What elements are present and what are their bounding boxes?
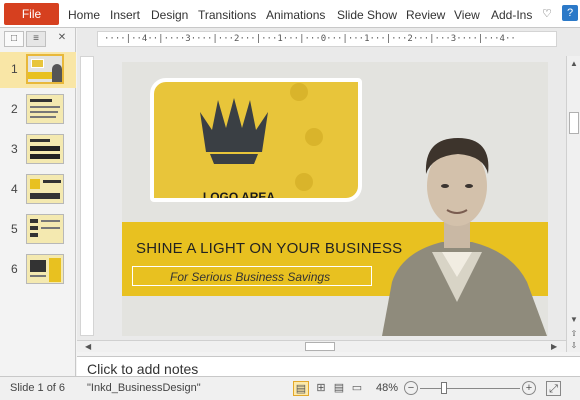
slide-thumbnail-row-3[interactable]: 3 bbox=[0, 132, 76, 168]
slide-subheadline[interactable]: For Serious Business Savings bbox=[170, 270, 330, 284]
slide-headline[interactable]: SHINE A LIGHT ON YOUR BUSINESS bbox=[136, 240, 402, 257]
slide-number: 6 bbox=[11, 262, 18, 276]
zoom-level[interactable]: 48% bbox=[376, 382, 398, 394]
logo-area-label: LOGO AREA bbox=[202, 190, 276, 202]
close-pane-button[interactable]: ✕ bbox=[52, 31, 72, 47]
slide-number: 2 bbox=[11, 102, 18, 116]
slide-thumbnail[interactable] bbox=[26, 134, 64, 164]
tab-review[interactable]: Review bbox=[406, 8, 445, 22]
scroll-right-icon[interactable]: ▶ bbox=[551, 342, 557, 351]
reading-view-icon[interactable]: ▤ bbox=[331, 381, 347, 396]
tab-home[interactable]: Home bbox=[68, 8, 100, 22]
slide-counter: Slide 1 of 6 bbox=[10, 382, 66, 394]
horizontal-scrollbar[interactable]: ◀ ▶ bbox=[77, 340, 566, 352]
tab-view[interactable]: View bbox=[454, 8, 480, 22]
slides-tab[interactable]: □ bbox=[4, 31, 24, 47]
notes-pane[interactable]: Click to add notes bbox=[77, 356, 580, 376]
next-slide-icon[interactable]: ⇩ bbox=[568, 340, 580, 352]
ribbon-tab-bar: File Home Insert Design Transitions Anim… bbox=[0, 0, 580, 28]
slide-thumbnail[interactable] bbox=[26, 174, 64, 204]
slide-sorter-view-icon[interactable]: ⊞ bbox=[313, 381, 329, 396]
slide-thumbnail-row-1[interactable]: 1 bbox=[0, 52, 76, 88]
fit-slide-icon[interactable]: ⤢ bbox=[546, 381, 561, 396]
tab-insert[interactable]: Insert bbox=[110, 8, 140, 22]
scroll-up-icon[interactable]: ▲ bbox=[568, 58, 580, 70]
tab-design[interactable]: Design bbox=[151, 8, 188, 22]
slide-number: 3 bbox=[11, 142, 18, 156]
scroll-left-icon[interactable]: ◀ bbox=[85, 342, 91, 351]
vertical-ruler bbox=[80, 56, 94, 336]
horizontal-ruler: ····|··4··|····3····|···2···|···1···|···… bbox=[97, 31, 557, 47]
slide-thumbnail[interactable] bbox=[26, 214, 64, 244]
slide-number: 5 bbox=[11, 222, 18, 236]
zoom-slider-thumb[interactable] bbox=[441, 382, 447, 394]
tab-animations[interactable]: Animations bbox=[266, 8, 325, 22]
slide-number: 1 bbox=[11, 62, 18, 76]
notes-placeholder[interactable]: Click to add notes bbox=[87, 361, 198, 376]
theme-name: "Inkd_BusinessDesign" bbox=[87, 382, 201, 394]
slide-thumbnail-row-4[interactable]: 4 bbox=[0, 172, 76, 208]
slide-thumbnail[interactable] bbox=[26, 54, 64, 84]
status-bar: Slide 1 of 6 "Inkd_BusinessDesign" ▤ ⊞ ▤… bbox=[0, 376, 580, 400]
file-tab[interactable]: File bbox=[4, 3, 59, 25]
previous-slide-icon[interactable]: ⇧ bbox=[568, 328, 580, 340]
horizontal-scroll-thumb[interactable] bbox=[305, 342, 335, 351]
slides-pane: □ ≡ ✕ 1 2 3 4 5 6 bbox=[0, 28, 76, 376]
scroll-down-icon[interactable]: ▼ bbox=[568, 314, 580, 326]
scroll-thumb[interactable] bbox=[569, 112, 579, 134]
collapse-ribbon-icon[interactable]: ♡ bbox=[542, 7, 552, 20]
help-button[interactable]: ? bbox=[562, 5, 578, 21]
zoom-slider[interactable] bbox=[420, 388, 520, 389]
zoom-in-button[interactable]: + bbox=[522, 381, 536, 395]
slide-thumbnail-row-2[interactable]: 2 bbox=[0, 92, 76, 128]
ruler-marks: ····|··4··|····3····|···2···|···1···|···… bbox=[104, 34, 516, 44]
normal-view-icon[interactable]: ▤ bbox=[293, 381, 309, 396]
tab-add-ins[interactable]: Add-Ins bbox=[491, 8, 532, 22]
tab-transitions[interactable]: Transitions bbox=[198, 8, 256, 22]
crown-logo-icon bbox=[200, 83, 323, 191]
vertical-scrollbar[interactable]: ▲ ▼ ⇧ ⇩ bbox=[566, 56, 580, 352]
slide-thumbnail[interactable] bbox=[26, 94, 64, 124]
tab-slide-show[interactable]: Slide Show bbox=[337, 8, 397, 22]
outline-tab[interactable]: ≡ bbox=[26, 31, 46, 47]
businessman-photo bbox=[382, 138, 547, 336]
slide-canvas[interactable]: LOGO AREA SHINE A LIGHT ON YOUR BUSINESS… bbox=[122, 62, 548, 336]
slide-number: 4 bbox=[11, 182, 18, 196]
logo-placeholder[interactable]: LOGO AREA bbox=[150, 78, 362, 202]
zoom-out-button[interactable]: − bbox=[404, 381, 418, 395]
slide-thumbnail-row-6[interactable]: 6 bbox=[0, 252, 76, 288]
slide-show-view-icon[interactable]: ▭ bbox=[349, 381, 365, 396]
slide-thumbnail-row-5[interactable]: 5 bbox=[0, 212, 76, 248]
slide-thumbnail[interactable] bbox=[26, 254, 64, 284]
